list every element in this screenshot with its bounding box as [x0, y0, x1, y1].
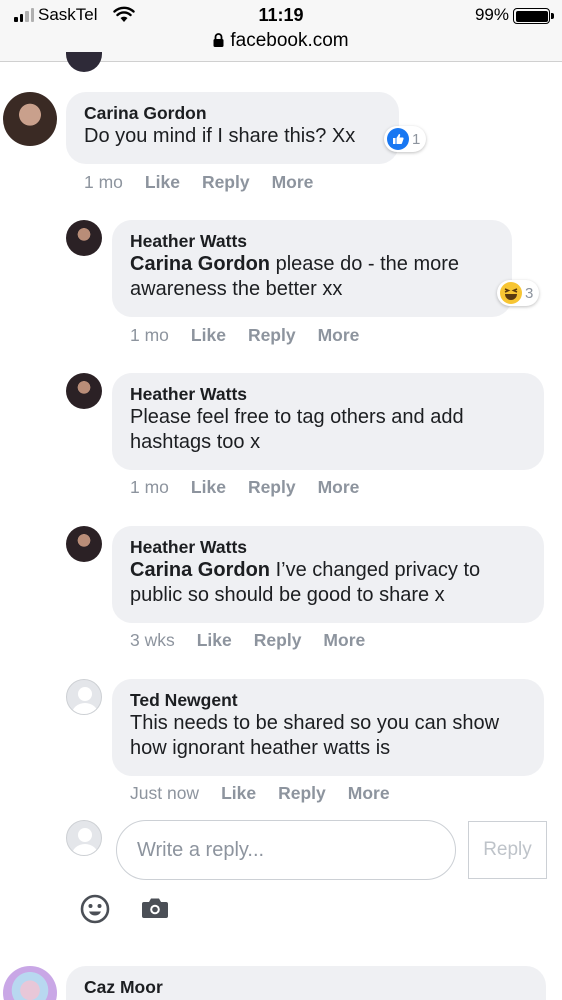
reply-submit-button[interactable]: Reply — [468, 821, 547, 879]
like-link[interactable]: Like — [145, 172, 180, 193]
comment-text: Carina Gordon I’ve changed privacy to pu… — [130, 558, 526, 608]
comment-timestamp[interactable]: 3 wks — [130, 630, 175, 651]
lock-icon — [213, 33, 224, 47]
url-text: facebook.com — [230, 30, 349, 51]
comment-author[interactable]: Caz Moor — [84, 976, 528, 998]
mention-link[interactable]: Carina Gordon — [130, 253, 270, 275]
comment-text: Please feel free to tag others and add h… — [130, 406, 464, 453]
comment-bubble: Heather Watts Carina Gordon I’ve changed… — [112, 526, 544, 623]
comment-bubble: Heather Watts Carina Gordon please do - … — [112, 220, 512, 317]
comment-actions: 3 wks Like Reply More — [130, 630, 387, 651]
reply-link[interactable]: Reply — [248, 325, 296, 346]
comment-text: Do you mind if I share this? Xx — [84, 125, 356, 147]
like-reaction-icon — [387, 128, 409, 150]
comment-actions: 1 mo Like Reply More — [84, 172, 335, 193]
like-link[interactable]: Like — [197, 630, 232, 651]
more-link[interactable]: More — [348, 783, 390, 804]
comment-text: This needs to be shared so you can show … — [130, 712, 500, 759]
avatar[interactable] — [66, 52, 102, 72]
comment-timestamp[interactable]: 1 mo — [84, 172, 123, 193]
comment-actions: Just now Like Reply More — [130, 783, 412, 804]
like-link[interactable]: Like — [191, 325, 226, 346]
reaction-summary[interactable]: 1 — [384, 126, 427, 152]
default-avatar-icon[interactable] — [66, 679, 102, 715]
reaction-count: 3 — [525, 284, 534, 302]
avatar[interactable] — [3, 92, 57, 146]
more-link[interactable]: More — [323, 630, 365, 651]
reply-link[interactable]: Reply — [278, 783, 326, 804]
reaction-count: 1 — [412, 130, 421, 148]
comment-bubble: Caz Moor — [66, 966, 546, 1000]
comment-author[interactable]: Heather Watts — [130, 230, 494, 252]
reply-link[interactable]: Reply — [248, 477, 296, 498]
comment-bubble: Heather Watts Please feel free to tag ot… — [112, 373, 544, 470]
address-bar[interactable]: facebook.com — [0, 30, 562, 52]
comment-timestamp[interactable]: 1 mo — [130, 477, 169, 498]
battery-percent: 99% — [474, 5, 509, 24]
like-link[interactable]: Like — [191, 477, 226, 498]
reply-link[interactable]: Reply — [254, 630, 302, 651]
comment-bubble: Carina Gordon Do you mind if I share thi… — [66, 92, 399, 164]
avatar[interactable] — [3, 966, 57, 1000]
comment-author[interactable]: Ted Newgent — [130, 689, 526, 711]
comment-author[interactable]: Heather Watts — [130, 536, 526, 558]
reaction-summary[interactable]: 3 — [497, 280, 540, 306]
comment-author[interactable]: Carina Gordon — [84, 102, 381, 124]
mention-link[interactable]: Carina Gordon — [130, 559, 270, 581]
comment-author[interactable]: Heather Watts — [130, 383, 526, 405]
comment-actions: 1 mo Like Reply More — [130, 477, 381, 498]
haha-reaction-icon — [500, 282, 522, 304]
avatar[interactable] — [66, 373, 102, 409]
reply-input[interactable] — [116, 820, 456, 880]
like-link[interactable]: Like — [221, 783, 256, 804]
avatar[interactable] — [66, 526, 102, 562]
comment-bubble: Ted Newgent This needs to be shared so y… — [112, 679, 544, 776]
default-avatar-icon — [66, 820, 102, 856]
camera-icon[interactable] — [141, 896, 169, 920]
more-link[interactable]: More — [272, 172, 314, 193]
comment-text: Carina Gordon please do - the more aware… — [130, 252, 494, 302]
more-link[interactable]: More — [318, 477, 360, 498]
smiley-icon[interactable] — [80, 894, 110, 924]
comment-actions: 1 mo Like Reply More — [130, 325, 381, 346]
reply-link[interactable]: Reply — [202, 172, 250, 193]
battery-icon — [513, 8, 554, 24]
comment-timestamp[interactable]: 1 mo — [130, 325, 169, 346]
avatar[interactable] — [66, 220, 102, 256]
more-link[interactable]: More — [318, 325, 360, 346]
comment-timestamp[interactable]: Just now — [130, 783, 199, 804]
